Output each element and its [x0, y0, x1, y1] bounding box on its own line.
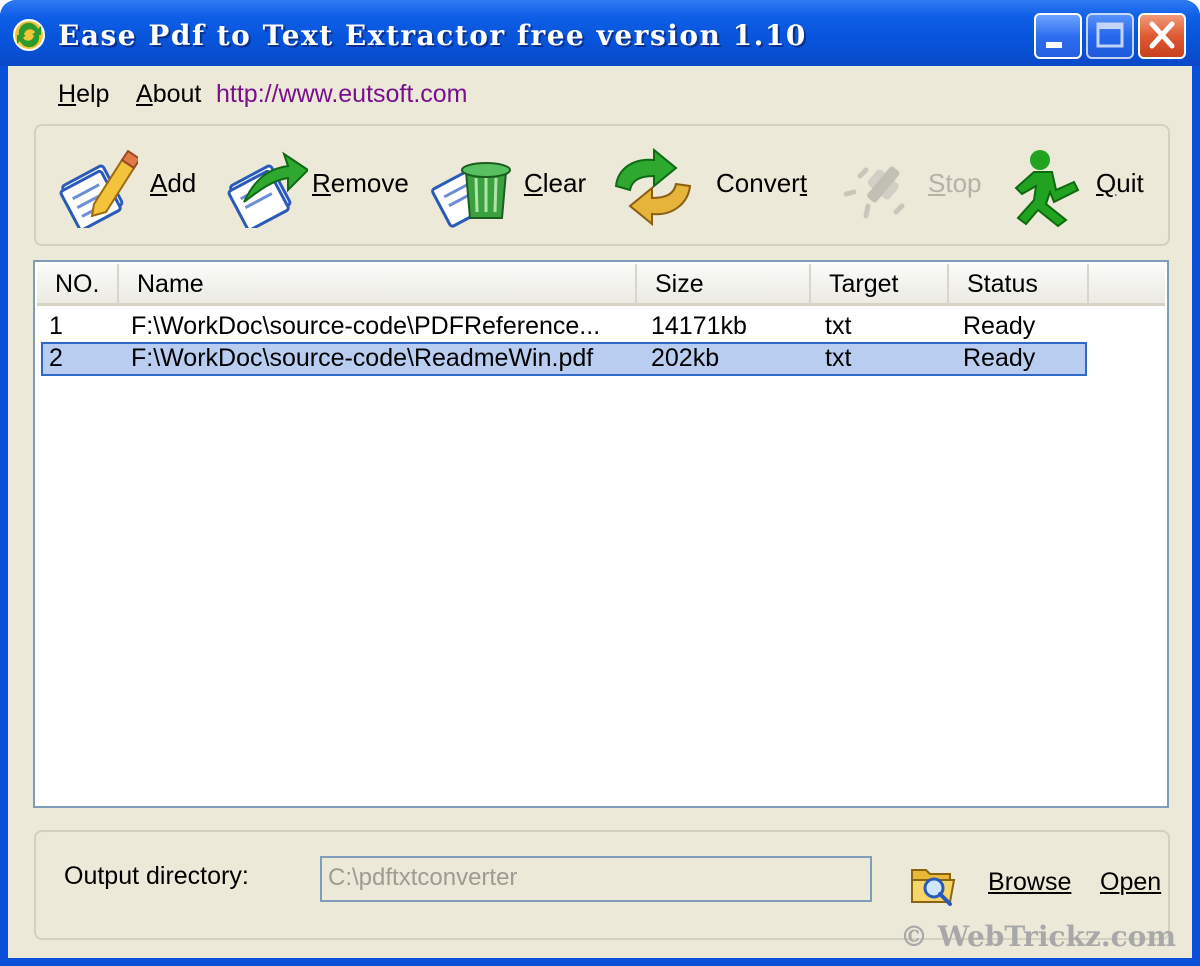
stop-label: top: [945, 168, 982, 198]
convert-arrows-icon: [614, 147, 692, 227]
window-title: Ease Pdf to Text Extractor free version …: [58, 19, 807, 52]
open-button[interactable]: Open: [1100, 868, 1161, 897]
clear-button[interactable]: Clear: [426, 142, 594, 228]
maximize-icon: [1096, 22, 1124, 48]
convert-accel: t: [799, 168, 808, 198]
browse-folder-icon[interactable]: [910, 860, 958, 906]
stop-icon: [843, 166, 905, 219]
maximize-button[interactable]: [1086, 13, 1134, 59]
menu-help[interactable]: Help: [58, 80, 109, 109]
output-directory-field[interactable]: C:\pdftxtconverter: [320, 856, 872, 902]
remove-files-icon: [227, 151, 308, 228]
open-accel: O: [1100, 868, 1120, 896]
close-icon: [1149, 21, 1175, 49]
column-header-size[interactable]: Size: [637, 264, 811, 304]
convert-button[interactable]: Convert: [610, 142, 810, 228]
row-name: F:\WorkDoc\source-code\PDFReference...: [131, 312, 601, 340]
table-row[interactable]: 1 F:\WorkDoc\source-code\PDFReference...…: [41, 310, 1087, 344]
row-no: 2: [49, 344, 63, 372]
row-no: 1: [49, 312, 63, 340]
add-button[interactable]: Add: [54, 142, 204, 228]
quit-label: uit: [1116, 168, 1144, 198]
menu-about[interactable]: About: [136, 80, 201, 109]
app-window: Ease Pdf to Text Extractor free version …: [0, 0, 1200, 966]
column-header-no[interactable]: NO.: [37, 264, 119, 304]
menu-help-label: elp: [76, 80, 110, 108]
menu-about-accel: A: [136, 80, 153, 108]
stop-button[interactable]: Stop: [832, 142, 982, 228]
add-files-icon: [59, 149, 138, 228]
clear-trash-icon: [431, 162, 511, 228]
row-status: Ready: [963, 344, 1036, 372]
add-label: dd: [167, 168, 197, 198]
list-header: NO. Name Size Target Status: [37, 264, 1165, 306]
clear-accel: C: [524, 168, 543, 198]
remove-label: emove: [330, 168, 409, 198]
column-header-status[interactable]: Status: [949, 264, 1089, 304]
row-size: 202kb: [651, 344, 720, 372]
minimize-button[interactable]: [1034, 13, 1082, 59]
file-list[interactable]: NO. Name Size Target Status 1 F:\WorkDoc…: [33, 260, 1169, 808]
table-row-selected[interactable]: 2 F:\WorkDoc\source-code\ReadmeWin.pdf 2…: [41, 342, 1087, 376]
menu-about-label: bout: [152, 80, 202, 108]
quit-running-man-icon: [1014, 150, 1080, 228]
output-directory-label: Output directory:: [64, 862, 249, 890]
quit-accel: Q: [1096, 168, 1117, 198]
stop-accel: S: [928, 168, 946, 198]
column-header-target[interactable]: Target: [811, 264, 949, 304]
row-target: txt: [825, 312, 852, 340]
remove-button[interactable]: Remove: [222, 142, 418, 228]
watermark: © WebTrickz.com: [900, 920, 1176, 953]
minimize-icon: [1046, 42, 1062, 48]
title-bar[interactable]: Ease Pdf to Text Extractor free version …: [0, 0, 1200, 66]
column-header-name[interactable]: Name: [119, 264, 637, 304]
browse-accel: B: [988, 868, 1005, 896]
row-target: txt: [825, 344, 852, 372]
clear-label: lear: [542, 168, 587, 198]
open-label: pen: [1119, 868, 1162, 896]
row-name: F:\WorkDoc\source-code\ReadmeWin.pdf: [131, 344, 594, 372]
remove-accel: R: [312, 168, 331, 198]
app-icon: [13, 19, 45, 51]
row-size: 14171kb: [651, 312, 747, 340]
browse-button[interactable]: Browse: [988, 868, 1071, 897]
menu-help-accel: H: [58, 80, 77, 108]
website-link[interactable]: http://www.eutsoft.com: [216, 80, 468, 109]
quit-button[interactable]: Quit: [1000, 142, 1160, 228]
row-status: Ready: [963, 312, 1036, 340]
add-accel: A: [150, 168, 168, 198]
toolbar: Add Remove Clear Convert Stop Quit: [34, 124, 1170, 246]
client-area: Help About http://www.eutsoft.com Add Re…: [8, 66, 1192, 958]
browse-label: rowse: [1004, 868, 1072, 896]
close-button[interactable]: [1138, 13, 1186, 59]
convert-label: Conver: [716, 168, 800, 198]
